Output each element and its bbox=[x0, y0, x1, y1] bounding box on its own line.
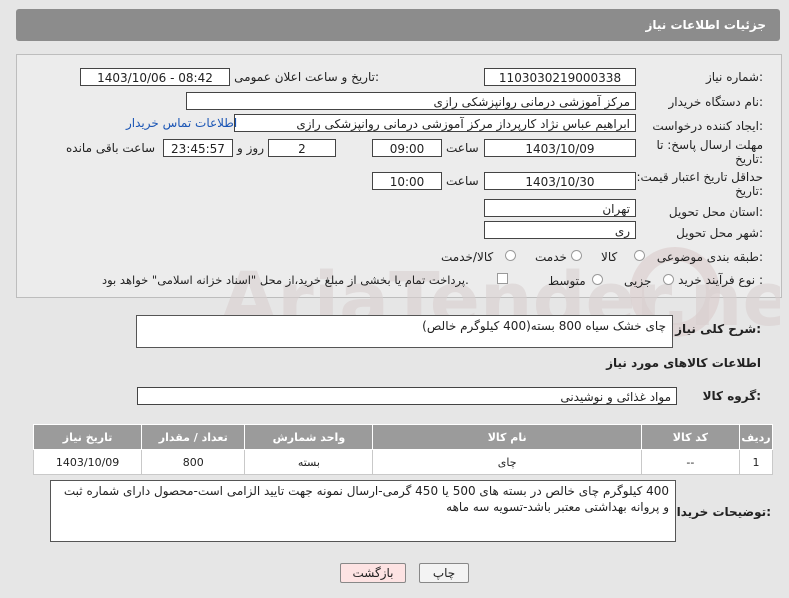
announce-label: تاریخ و ساعت اعلان عمومی: bbox=[234, 70, 379, 84]
col-header-row: ردیف bbox=[738, 424, 774, 450]
back-button[interactable]: بازگشت bbox=[340, 563, 406, 583]
announce-field: 1403/10/06 - 08:42 bbox=[80, 68, 230, 86]
col-header-date: تاریخ نیاز bbox=[32, 424, 143, 450]
city-label: شهر محل تحویل: bbox=[676, 226, 763, 240]
page-title: جزئیات اطلاعات نیاز bbox=[645, 18, 766, 32]
category-option-both: کالا/خدمت bbox=[441, 250, 494, 264]
creator-label: ایجاد کننده درخواست: bbox=[652, 119, 763, 133]
col-header-code: کد کالا bbox=[640, 424, 740, 450]
buyer-notes-field: 400 کیلوگرم چای خالص در بسته های 500 یا … bbox=[50, 480, 676, 542]
goods-group-label: گروه کالا: bbox=[702, 389, 761, 403]
days-and-label: روز و bbox=[237, 141, 264, 155]
remaining-label: ساعت باقی مانده bbox=[66, 141, 156, 155]
print-button[interactable]: چاپ bbox=[419, 563, 469, 583]
cell-unit: بسته bbox=[244, 449, 374, 475]
col-header-name: نام کالا bbox=[372, 424, 642, 450]
col-header-unit: واحد شمارش bbox=[244, 424, 374, 450]
validity-time-field: 10:00 bbox=[372, 172, 442, 190]
col-header-qty: تعداد / مقدار bbox=[141, 424, 246, 450]
goods-table: ردیف کد کالا نام کالا واحد شمارش تعداد /… bbox=[32, 424, 774, 475]
province-field: تهران bbox=[484, 199, 636, 217]
deadline-date-field: 1403/10/09 bbox=[484, 139, 636, 157]
category-radio-both[interactable] bbox=[505, 250, 516, 261]
category-label: طبقه بندی موضوعی: bbox=[656, 250, 763, 264]
cell-row: 1 bbox=[738, 449, 774, 475]
cell-code: -- bbox=[640, 449, 740, 475]
table-header-row: ردیف کد کالا نام کالا واحد شمارش تعداد /… bbox=[32, 424, 774, 450]
creator-field: ابراهیم عباس نژاد کارپرداز مرکز آموزشی د… bbox=[234, 114, 636, 132]
days-field: 2 bbox=[268, 139, 336, 157]
summary-label: شرح کلی نیاز: bbox=[675, 322, 761, 336]
goods-section-title: اطلاعات کالاهای مورد نیاز bbox=[606, 356, 761, 370]
category-option-service: خدمت bbox=[535, 250, 567, 264]
cell-date: 1403/10/09 bbox=[32, 449, 143, 475]
process-option-minor: جزیی bbox=[624, 274, 652, 288]
process-option-medium: متوسط bbox=[548, 274, 586, 288]
category-radio-service[interactable] bbox=[571, 250, 582, 261]
buyer-contact-link[interactable]: اطلاعات تماس خریدار bbox=[126, 116, 237, 130]
process-label: نوع فرآیند خرید : bbox=[678, 273, 763, 287]
buyer-org-field: مرکز آموزشی درمانی روانپزشکی رازی bbox=[186, 92, 636, 110]
province-label: استان محل تحویل: bbox=[668, 205, 763, 219]
deadline-time-field: 09:00 bbox=[372, 139, 442, 157]
category-option-goods: کالا bbox=[601, 250, 618, 264]
treasury-checkbox[interactable] bbox=[497, 273, 508, 284]
validity-time-label: ساعت bbox=[446, 174, 479, 188]
deadline-time-label: ساعت bbox=[446, 141, 479, 155]
goods-group-field: مواد غذائی و نوشیدنی bbox=[137, 387, 677, 405]
cell-name: چای bbox=[372, 449, 642, 475]
remaining-time-field: 23:45:57 bbox=[163, 139, 233, 157]
category-radio-goods[interactable] bbox=[634, 250, 645, 261]
summary-field: چای خشک سیاه 800 بسته(400 کیلوگرم خالص) bbox=[136, 315, 673, 348]
buyer-notes-label: توضیحات خریدار: bbox=[669, 505, 771, 519]
table-row: 1 -- چای بسته 800 1403/10/09 bbox=[32, 449, 774, 475]
need-number-field: 1103030219000338 bbox=[484, 68, 636, 86]
validity-label: حداقل تاریخ اعتبار قیمت: تا تاریخ: bbox=[625, 170, 763, 198]
process-radio-medium[interactable] bbox=[592, 274, 603, 285]
validity-date-field: 1403/10/30 bbox=[484, 172, 636, 190]
payment-note: پرداخت تمام یا بخشی از مبلغ خرید،از محل … bbox=[102, 273, 469, 287]
city-field: ری bbox=[484, 221, 636, 239]
need-number-label: شماره نیاز: bbox=[705, 70, 763, 84]
page-header: جزئیات اطلاعات نیاز bbox=[16, 9, 780, 41]
cell-qty: 800 bbox=[141, 449, 246, 475]
process-radio-minor[interactable] bbox=[663, 274, 674, 285]
deadline-label: مهلت ارسال پاسخ: تا تاریخ: bbox=[656, 138, 763, 166]
buyer-org-label: نام دستگاه خریدار: bbox=[668, 95, 764, 109]
